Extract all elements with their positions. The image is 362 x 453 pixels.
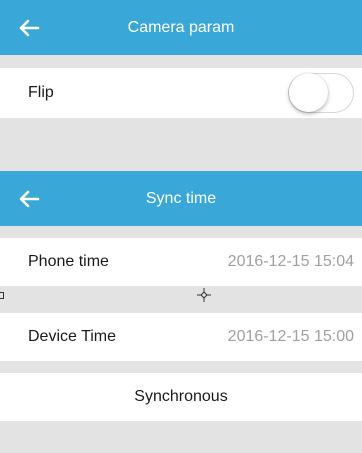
back-button[interactable] [18,171,40,226]
phone-time-row: Phone time 2016-12-15 15:04 [0,238,362,286]
crosshair-icon [197,288,211,302]
toggle-knob [289,73,328,112]
device-time-row: Device Time 2016-12-15 15:00 [0,313,362,361]
edge-marker [0,292,4,299]
phone-time-value: 2016-12-15 15:04 [227,253,354,270]
section-title: Sync time [145,189,217,207]
arrow-left-icon [19,19,40,36]
flip-label: Flip [28,84,54,101]
camera-param-header: Camera param [0,0,362,55]
arrow-left-icon [19,190,40,207]
flip-row: Flip [0,68,362,118]
page-title: Camera param [127,18,235,36]
back-button[interactable] [18,0,40,55]
phone-time-label: Phone time [28,253,109,270]
flip-toggle[interactable] [288,73,354,113]
synchronous-button[interactable]: Synchronous [0,373,362,421]
synchronous-button-label: Synchronous [134,388,228,405]
device-time-value: 2016-12-15 15:00 [227,328,354,345]
device-time-label: Device Time [28,328,117,345]
sync-time-header: Sync time [0,171,362,226]
